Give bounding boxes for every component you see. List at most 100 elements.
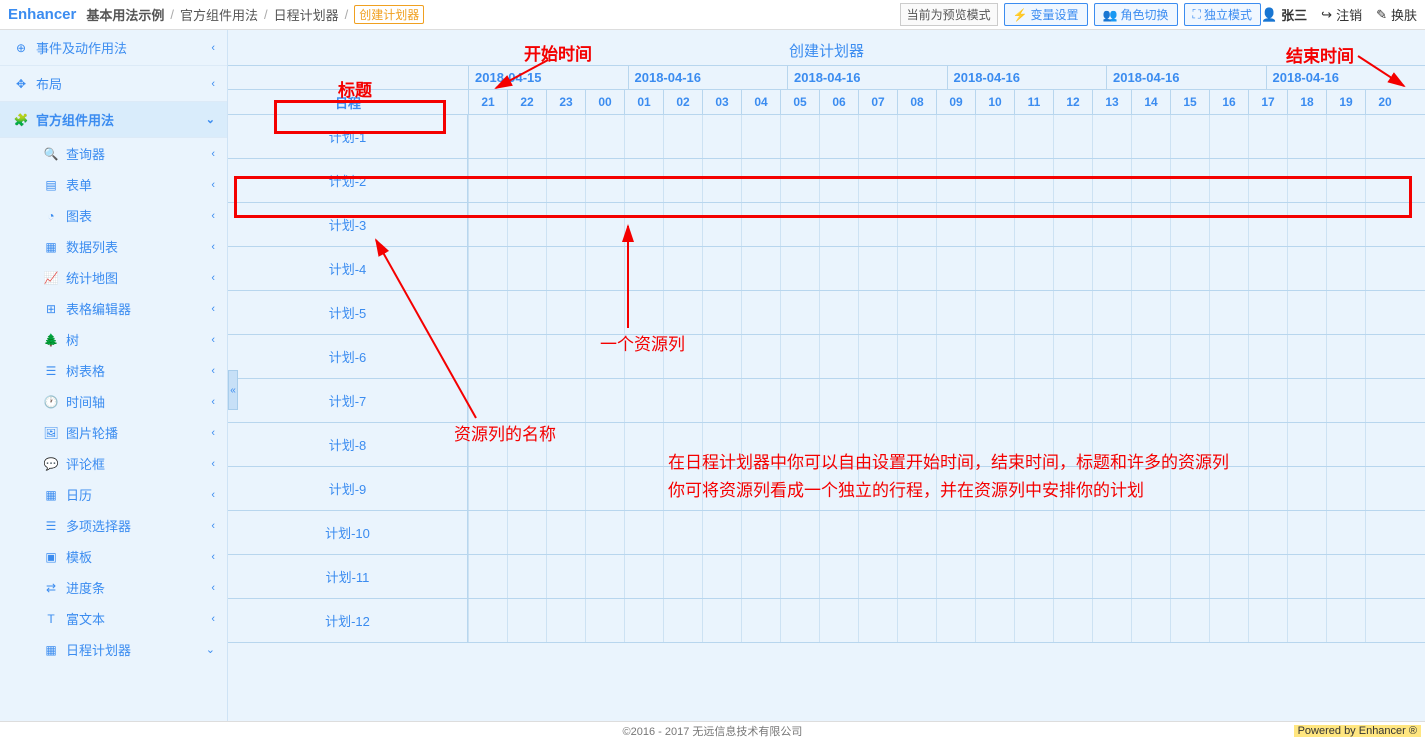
grid-cell[interactable]: [702, 247, 741, 290]
grid-cell[interactable]: [1170, 423, 1209, 466]
grid-cell[interactable]: [897, 159, 936, 202]
grid-cell[interactable]: [1287, 115, 1326, 158]
grid-cell[interactable]: [897, 599, 936, 642]
grid-cell[interactable]: [624, 335, 663, 378]
grid-cell[interactable]: [936, 599, 975, 642]
grid-cell[interactable]: [1170, 159, 1209, 202]
sidebar-item-datalist[interactable]: ▦数据列表‹: [28, 231, 227, 262]
grid-cell[interactable]: [1287, 159, 1326, 202]
grid-cell[interactable]: [1053, 291, 1092, 334]
grid-cell[interactable]: [468, 599, 507, 642]
grid-cell[interactable]: [1365, 423, 1404, 466]
grid-cell[interactable]: [1131, 247, 1170, 290]
grid-cell[interactable]: [1014, 511, 1053, 554]
grid-cell[interactable]: [1326, 291, 1365, 334]
grid-cell[interactable]: [1170, 291, 1209, 334]
sidebar-item-multisel[interactable]: ☰多项选择器‹: [28, 510, 227, 541]
grid-cell[interactable]: [1170, 335, 1209, 378]
grid-cell[interactable]: [1092, 203, 1131, 246]
grid-cell[interactable]: [1170, 467, 1209, 510]
grid-cell[interactable]: [1326, 555, 1365, 598]
grid-cell[interactable]: [1014, 555, 1053, 598]
grid-cell[interactable]: [624, 203, 663, 246]
grid-cell[interactable]: [741, 379, 780, 422]
grid-cell[interactable]: [1326, 159, 1365, 202]
grid-cell[interactable]: [624, 291, 663, 334]
grid-cell[interactable]: [897, 423, 936, 466]
grid-cell[interactable]: [468, 467, 507, 510]
grid-cell[interactable]: [741, 555, 780, 598]
grid-cell[interactable]: [663, 423, 702, 466]
sidebar-item-search[interactable]: 🔍查询器‹: [28, 138, 227, 169]
grid-cell[interactable]: [897, 379, 936, 422]
grid-cell[interactable]: [1131, 511, 1170, 554]
grid-cell[interactable]: [1170, 379, 1209, 422]
sidebar-item-events[interactable]: ⊕ 事件及动作用法 ‹: [0, 30, 227, 66]
grid-cell[interactable]: [585, 203, 624, 246]
grid-cell[interactable]: [1248, 511, 1287, 554]
grid-cell[interactable]: [546, 159, 585, 202]
grid-cell[interactable]: [585, 555, 624, 598]
grid-cell[interactable]: [975, 159, 1014, 202]
sidebar-item-scheduler[interactable]: ▦日程计划器⌄: [28, 634, 227, 665]
grid-cell[interactable]: [468, 511, 507, 554]
grid-cell[interactable]: [819, 555, 858, 598]
grid-cell[interactable]: [936, 335, 975, 378]
grid-cell[interactable]: [1209, 115, 1248, 158]
grid-cell[interactable]: [702, 555, 741, 598]
grid-cell[interactable]: [1248, 203, 1287, 246]
grid-cell[interactable]: [1248, 291, 1287, 334]
grid-cell[interactable]: [1014, 467, 1053, 510]
grid-cell[interactable]: [936, 423, 975, 466]
grid-cell[interactable]: [585, 511, 624, 554]
grid-cell[interactable]: [1209, 467, 1248, 510]
sidebar-collapse-handle[interactable]: «: [228, 370, 238, 410]
grid-cell[interactable]: [1053, 379, 1092, 422]
grid-cell[interactable]: [546, 599, 585, 642]
grid-cell[interactable]: [741, 599, 780, 642]
grid-cell[interactable]: [1014, 203, 1053, 246]
grid-cell[interactable]: [1209, 511, 1248, 554]
standalone-mode-button[interactable]: ⛶独立模式: [1184, 3, 1261, 26]
grid-row[interactable]: [468, 159, 1425, 203]
sidebar-item-template[interactable]: ▣模板‹: [28, 541, 227, 572]
sidebar-item-map[interactable]: 📈统计地图‹: [28, 262, 227, 293]
grid-cell[interactable]: [936, 379, 975, 422]
grid-cell[interactable]: [468, 291, 507, 334]
sidebar-item-timeline[interactable]: 🕐时间轴‹: [28, 386, 227, 417]
grid-cell[interactable]: [858, 555, 897, 598]
grid-cell[interactable]: [1248, 599, 1287, 642]
grid-cell[interactable]: [546, 511, 585, 554]
grid-cell[interactable]: [624, 247, 663, 290]
grid-cell[interactable]: [663, 379, 702, 422]
resource-row[interactable]: 计划-7: [228, 379, 468, 423]
grid-cell[interactable]: [1365, 247, 1404, 290]
grid-cell[interactable]: [546, 379, 585, 422]
grid-cell[interactable]: [1326, 511, 1365, 554]
grid-cell[interactable]: [546, 467, 585, 510]
grid-cell[interactable]: [1326, 115, 1365, 158]
grid-row[interactable]: [468, 247, 1425, 291]
grid-cell[interactable]: [1365, 467, 1404, 510]
grid-cell[interactable]: [702, 335, 741, 378]
grid-cell[interactable]: [663, 115, 702, 158]
grid-cell[interactable]: [936, 203, 975, 246]
grid-cell[interactable]: [624, 115, 663, 158]
grid-cell[interactable]: [1365, 555, 1404, 598]
grid-cell[interactable]: [585, 599, 624, 642]
grid-cell[interactable]: [858, 335, 897, 378]
grid-cell[interactable]: [1131, 423, 1170, 466]
grid-cell[interactable]: [1209, 599, 1248, 642]
grid-cell[interactable]: [819, 467, 858, 510]
grid-cell[interactable]: [1131, 115, 1170, 158]
grid-cell[interactable]: [1287, 335, 1326, 378]
grid-cell[interactable]: [1326, 203, 1365, 246]
grid-cell[interactable]: [1014, 379, 1053, 422]
grid-cell[interactable]: [546, 423, 585, 466]
grid-cell[interactable]: [1014, 159, 1053, 202]
grid-cell[interactable]: [702, 599, 741, 642]
grid-cell[interactable]: [1326, 335, 1365, 378]
grid-cell[interactable]: [975, 247, 1014, 290]
grid-cell[interactable]: [1014, 291, 1053, 334]
grid-row[interactable]: [468, 203, 1425, 247]
